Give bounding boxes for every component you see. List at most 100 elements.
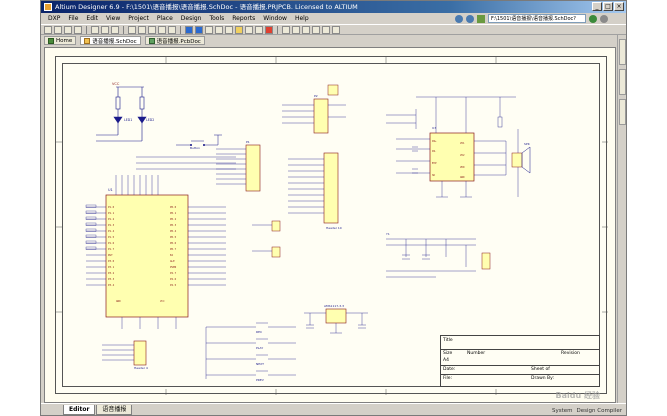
- tab-editor[interactable]: Editor: [63, 404, 96, 415]
- altium-window: Altium Designer 6.9 - F:\1501\语音播报\语音播报.…: [40, 0, 627, 416]
- line-tool-icon[interactable]: [292, 25, 300, 34]
- home-tab[interactable]: Home: [44, 36, 77, 45]
- tab-schdoc[interactable]: 语音播报.SchDoc: [80, 36, 141, 45]
- svg-text:P0.2: P0.2: [170, 217, 177, 221]
- menu-design[interactable]: Design: [177, 15, 206, 22]
- title-block-sheet: Sheet of: [531, 367, 550, 372]
- cut-icon[interactable]: [128, 25, 136, 34]
- next-label: NEXT: [256, 362, 264, 366]
- design-compiler-button[interactable]: Design Compiler: [577, 408, 623, 414]
- ground-icon[interactable]: [225, 25, 233, 34]
- baidu-watermark: Baidu 经验: [555, 391, 600, 400]
- header-top-center: [282, 84, 346, 134]
- header-bottom-left: [102, 340, 147, 366]
- svg-text:P3.3: P3.3: [108, 277, 115, 281]
- power-port-icon[interactable]: [215, 25, 223, 34]
- save-icon[interactable]: [64, 25, 72, 34]
- menu-edit[interactable]: Edit: [82, 15, 102, 22]
- print-icon[interactable]: [74, 25, 82, 34]
- zoom-fit-icon[interactable]: [111, 25, 119, 34]
- window-controls: _ □ ×: [592, 2, 624, 11]
- zoom-out-icon[interactable]: [101, 25, 109, 34]
- menu-window[interactable]: Window: [259, 15, 291, 22]
- title-block-date: Date:: [443, 367, 456, 372]
- reg-part-label: AMS1117-3.3: [324, 304, 344, 308]
- part-icon[interactable]: [235, 25, 243, 34]
- wire-tool-icon[interactable]: [185, 25, 193, 34]
- title-block-number: Number: [467, 351, 486, 356]
- svg-text:ALE: ALE: [170, 259, 175, 263]
- svg-text:P2.5: P2.5: [170, 283, 177, 287]
- svg-text:P1.4: P1.4: [108, 229, 115, 233]
- rectangle-tool-icon[interactable]: [302, 25, 310, 34]
- back-arrow-icon[interactable]: [455, 14, 463, 23]
- svg-text:RST: RST: [108, 253, 113, 257]
- ellipse-tool-icon[interactable]: [312, 25, 320, 34]
- side-tab-favorites[interactable]: [619, 69, 626, 95]
- redo-icon[interactable]: [168, 25, 176, 34]
- tab-pcbdoc-label: 语音播报.PcbDoc: [156, 38, 201, 45]
- tab-project-doc[interactable]: 语音播报: [96, 404, 133, 415]
- svg-text:P0.4: P0.4: [170, 229, 177, 233]
- menu-reports[interactable]: Reports: [228, 15, 259, 22]
- undo-icon[interactable]: [158, 25, 166, 34]
- svg-text:P1.2: P1.2: [108, 217, 115, 221]
- menu-tools[interactable]: Tools: [205, 15, 228, 22]
- toolbar-separator: [123, 25, 124, 34]
- new-icon[interactable]: [44, 25, 52, 34]
- svg-text:P1.0: P1.0: [108, 205, 115, 209]
- header-tall-section: [288, 152, 339, 224]
- no-erc-icon[interactable]: [265, 25, 273, 34]
- open-icon[interactable]: [54, 25, 62, 34]
- regulator-section: [304, 308, 368, 334]
- maximize-button[interactable]: □: [603, 2, 613, 11]
- svg-text:SD: SD: [432, 173, 436, 177]
- forward-arrow-icon[interactable]: [466, 14, 474, 23]
- go-icon[interactable]: [589, 14, 597, 23]
- close-button[interactable]: ×: [614, 2, 624, 11]
- title-bar: Altium Designer 6.9 - F:\1501\语音播报\语音播报.…: [41, 1, 626, 13]
- title-block-title: Title: [443, 338, 453, 343]
- tab-pcbdoc[interactable]: 语音播报.PcbDoc: [144, 36, 205, 45]
- right-middle-section: [386, 238, 491, 278]
- menu-place[interactable]: Place: [153, 15, 177, 22]
- refresh-icon[interactable]: [600, 14, 608, 23]
- copy-icon[interactable]: [138, 25, 146, 34]
- menu-view[interactable]: View: [102, 15, 124, 22]
- toolbar-separator: [277, 25, 278, 34]
- amp-ref-label: U3: [432, 126, 436, 130]
- title-block-divider: [441, 365, 599, 366]
- schematic-sheet[interactable]: VCC LED1 LED2 P1.0 P1.1 P1.2 P1.3 P1.4 P…: [55, 56, 608, 395]
- menu-dxp[interactable]: DXP: [44, 15, 64, 22]
- menu-bar: DXP File Edit View Project Place Design …: [41, 13, 626, 24]
- port-icon[interactable]: [255, 25, 263, 34]
- system-panel-button[interactable]: System: [552, 408, 573, 414]
- svg-text:IN+: IN+: [432, 139, 437, 143]
- p1-label: P1: [246, 140, 250, 144]
- svg-text:P0.1: P0.1: [170, 211, 177, 215]
- polygon-tool-icon[interactable]: [322, 25, 330, 34]
- zoom-in-icon[interactable]: [91, 25, 99, 34]
- pcb-doc-icon: [148, 37, 155, 44]
- menu-project[interactable]: Project: [124, 15, 153, 22]
- side-tab-clipboard[interactable]: [619, 39, 626, 65]
- sheet-symbol-icon[interactable]: [245, 25, 253, 34]
- home-icon[interactable]: [477, 14, 485, 23]
- arc-tool-icon[interactable]: [332, 25, 340, 34]
- schematic-workspace[interactable]: VCC LED1 LED2 P1.0 P1.1 P1.2 P1.3 P1.4 P…: [44, 47, 616, 403]
- text-tool-icon[interactable]: [282, 25, 290, 34]
- mcu-ref-label: U1: [108, 188, 113, 192]
- title-block-divider: [441, 349, 599, 350]
- net-label-icon[interactable]: [205, 25, 213, 34]
- header3-label: Header 4: [134, 366, 148, 370]
- bottom-panel-tabs: Editor 语音播报 System Design Compiler: [41, 403, 626, 415]
- menu-help[interactable]: Help: [291, 15, 313, 22]
- document-path-combo[interactable]: F:\1501\语音播报\语音播报.SchDoc?: [488, 14, 586, 23]
- title-block-divider: [441, 374, 599, 375]
- minimize-button[interactable]: _: [592, 2, 602, 11]
- paste-icon[interactable]: [148, 25, 156, 34]
- svg-text:P3.0: P3.0: [108, 259, 115, 263]
- side-tab-libraries[interactable]: [619, 99, 626, 125]
- bus-tool-icon[interactable]: [195, 25, 203, 34]
- menu-file[interactable]: File: [64, 15, 82, 22]
